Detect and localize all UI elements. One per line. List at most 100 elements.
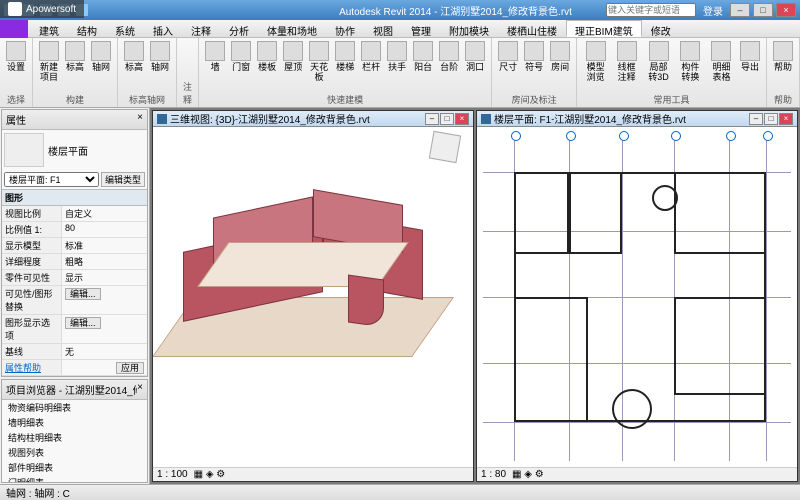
viewcube[interactable] xyxy=(429,131,461,163)
ribbon-btn-icon xyxy=(91,41,111,61)
ribbon-btn-6-2[interactable]: 局部 转3D xyxy=(643,40,674,83)
view-3d-max-button[interactable]: □ xyxy=(440,113,454,125)
help-search-input[interactable] xyxy=(606,3,696,17)
maximize-button[interactable]: □ xyxy=(753,3,773,17)
tab-12[interactable]: 理正BIM建筑 xyxy=(566,20,642,37)
ribbon-group-title: 选择 xyxy=(4,92,28,107)
prop-key: 显示模型 xyxy=(2,238,62,253)
properties-close-icon[interactable]: × xyxy=(137,112,143,127)
ribbon-btn-2-0[interactable]: 标高 xyxy=(122,40,146,73)
prop-value[interactable]: 编辑... xyxy=(62,286,147,314)
ribbon-btn-6-4[interactable]: 明细 表格 xyxy=(707,40,736,83)
tab-7[interactable]: 协作 xyxy=(326,20,364,37)
tab-11[interactable]: 楼栖山住楼 xyxy=(498,20,566,37)
prop-edit-button[interactable]: 编辑... xyxy=(65,288,101,300)
ribbon-btn-2-1[interactable]: 轴网 xyxy=(148,40,172,73)
view-3d-close-button[interactable]: × xyxy=(455,113,469,125)
view-plan-min-button[interactable]: – xyxy=(749,113,763,125)
browser-item-2[interactable]: 结构柱明细表 xyxy=(2,430,147,445)
prop-value[interactable]: 标准 xyxy=(62,238,147,253)
ribbon-btn-5-2[interactable]: 房间 xyxy=(548,40,572,73)
prop-value[interactable]: 无 xyxy=(62,344,147,359)
view-3d-canvas[interactable] xyxy=(153,127,473,467)
ribbon-btn-4-7[interactable]: 扶手 xyxy=(385,40,409,73)
browser-item-3[interactable]: 视图列表 xyxy=(2,445,147,460)
view-plan-scale[interactable]: 1 : 80 xyxy=(481,469,506,480)
view-3d-controls-icon[interactable]: ▦ ◈ ⚙ xyxy=(194,469,226,480)
title-bar: Autodesk Revit 2014 - 江湖别墅2014_修改背景色.rvt… xyxy=(0,0,800,20)
ribbon-btn-icon xyxy=(361,41,381,61)
ribbon-btn-4-6[interactable]: 栏杆 xyxy=(359,40,383,73)
prop-edit-button[interactable]: 编辑... xyxy=(65,317,101,329)
prop-value[interactable]: 80 xyxy=(62,222,147,237)
tab-8[interactable]: 视图 xyxy=(364,20,402,37)
minimize-button[interactable]: – xyxy=(730,3,750,17)
tab-13[interactable]: 修改 xyxy=(642,20,680,37)
tab-6[interactable]: 体量和场地 xyxy=(258,20,326,37)
prop-value[interactable]: 编辑... xyxy=(62,315,147,343)
ribbon-btn-label: 设置 xyxy=(7,62,25,72)
browser-item-5[interactable]: 门明细表 xyxy=(2,475,147,483)
browser-close-icon[interactable]: × xyxy=(137,382,143,397)
ribbon-btn-4-8[interactable]: 阳台 xyxy=(411,40,435,73)
ribbon-btn-label: 扶手 xyxy=(388,62,406,72)
ribbon-btn-4-10[interactable]: 洞口 xyxy=(463,40,487,73)
ribbon-btn-6-3[interactable]: 构件 转换 xyxy=(676,40,705,83)
tab-3[interactable]: 插入 xyxy=(144,20,182,37)
type-name: 楼层平面 xyxy=(48,143,88,158)
browser-item-4[interactable]: 部件明细表 xyxy=(2,460,147,475)
view-plan-controls-icon[interactable]: ▦ ◈ ⚙ xyxy=(512,469,544,480)
tab-2[interactable]: 系统 xyxy=(106,20,144,37)
ribbon-btn-1-1[interactable]: 标高 xyxy=(63,40,87,73)
properties-help-link[interactable]: 属性帮助 xyxy=(2,360,62,375)
ribbon-group-6: 模型 浏览线框 注释局部 转3D构件 转换明细 表格导出常用工具 xyxy=(577,38,767,107)
ribbon-btn-4-4[interactable]: 天花板 xyxy=(307,40,331,83)
tab-1[interactable]: 结构 xyxy=(68,20,106,37)
ribbon-btn-4-2[interactable]: 楼板 xyxy=(255,40,279,73)
prop-value[interactable]: 自定义 xyxy=(62,206,147,221)
ribbon-btn-4-9[interactable]: 台阶 xyxy=(437,40,461,73)
browser-item-0[interactable]: 物资编码明细表 xyxy=(2,400,147,415)
prop-key: 详细程度 xyxy=(2,254,62,269)
application-menu-button[interactable] xyxy=(0,20,28,38)
prop-row-5: 可见性/图形替换编辑... xyxy=(2,286,147,315)
ribbon-btn-4-1[interactable]: 门窗 xyxy=(229,40,253,73)
ribbon-btn-6-5[interactable]: 导出 xyxy=(738,40,762,73)
view-plan-canvas[interactable] xyxy=(477,127,797,467)
ribbon-btn-4-0[interactable]: 墙 xyxy=(203,40,227,73)
ribbon-btn-0-0[interactable]: 设置 xyxy=(4,40,28,73)
prop-value[interactable]: 粗略 xyxy=(62,254,147,269)
ribbon-btn-4-3[interactable]: 屋顶 xyxy=(281,40,305,73)
tab-9[interactable]: 管理 xyxy=(402,20,440,37)
login-link[interactable]: 登录 xyxy=(703,3,723,18)
ribbon-btn-icon xyxy=(465,41,485,61)
apply-button[interactable]: 应用 xyxy=(116,362,144,374)
edit-type-button[interactable]: 编辑类型 xyxy=(101,172,145,187)
ribbon-btn-7-0[interactable]: 帮助 xyxy=(771,40,795,73)
type-selector[interactable]: 楼层平面: F1 xyxy=(4,172,99,187)
ribbon-btn-icon xyxy=(586,41,606,61)
graphics-section-header[interactable]: 图形 xyxy=(2,189,147,206)
ribbon-btn-1-2[interactable]: 轴网 xyxy=(89,40,113,73)
close-button[interactable]: × xyxy=(776,3,796,17)
view-plan-close-button[interactable]: × xyxy=(779,113,793,125)
view-3d-scale[interactable]: 1 : 100 xyxy=(157,469,188,480)
ribbon-btn-5-1[interactable]: 符号 xyxy=(522,40,546,73)
prop-row-6: 图形显示选项编辑... xyxy=(2,315,147,344)
tab-5[interactable]: 分析 xyxy=(220,20,258,37)
tab-4[interactable]: 注释 xyxy=(182,20,220,37)
type-thumbnail[interactable] xyxy=(4,133,44,167)
ribbon-btn-4-5[interactable]: 楼梯 xyxy=(333,40,357,73)
tab-0[interactable]: 建筑 xyxy=(30,20,68,37)
view-plan-max-button[interactable]: □ xyxy=(764,113,778,125)
view-3d-min-button[interactable]: – xyxy=(425,113,439,125)
browser-item-1[interactable]: 墙明细表 xyxy=(2,415,147,430)
ribbon-btn-label: 墙 xyxy=(211,62,220,72)
ribbon-btn-1-0[interactable]: 新建 项目 xyxy=(37,40,61,83)
ribbon-group-3: 注释 xyxy=(177,38,199,107)
ribbon-btn-5-0[interactable]: 尺寸 xyxy=(496,40,520,73)
prop-value[interactable]: 显示 xyxy=(62,270,147,285)
ribbon-btn-6-0[interactable]: 模型 浏览 xyxy=(581,40,610,83)
ribbon-btn-6-1[interactable]: 线框 注释 xyxy=(612,40,641,83)
tab-10[interactable]: 附加模块 xyxy=(440,20,498,37)
